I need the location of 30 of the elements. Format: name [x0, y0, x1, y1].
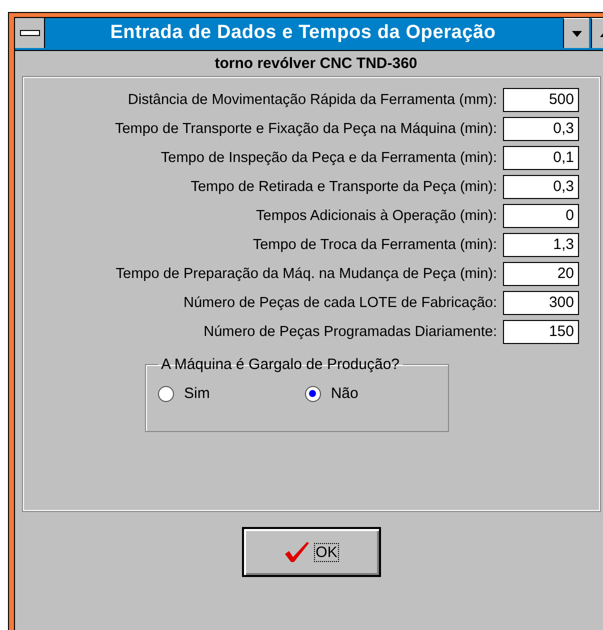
radio-option[interactable]: Não	[304, 385, 358, 402]
checkmark-icon	[284, 541, 310, 563]
radio-button[interactable]	[304, 386, 321, 402]
input-field[interactable]: 1,3	[503, 232, 579, 256]
field-label: Tempos Adicionais à Operação (min):	[256, 208, 497, 224]
field-label: Tempo de Retirada e Transporte da Peça (min):	[190, 178, 497, 194]
field-label: Tempo de Preparação da Máq. na Mudança de Peça (min):	[116, 266, 497, 282]
input-field[interactable]: 0,3	[503, 174, 579, 198]
input-field[interactable]: 20	[503, 262, 579, 286]
minimize-button[interactable]	[563, 18, 589, 48]
radio-button[interactable]	[158, 386, 174, 402]
field-label: Número de Peças de cada LOTE de Fabricação:	[183, 294, 497, 310]
field-label: Tempo de Transporte e Fixação da Peça na Máquina (min):	[114, 120, 497, 136]
group-title: A Máquina é Gargalo de Produção?	[160, 356, 400, 373]
field-label: Número de Peças Programadas Diariamente:	[204, 324, 497, 340]
field-label: Tempo de Inspeção da Peça e da Ferramenta (min):	[160, 150, 497, 166]
input-field[interactable]: 300	[503, 290, 579, 314]
input-field[interactable]: 150	[503, 320, 579, 344]
input-field[interactable]: 0	[503, 204, 579, 228]
machine-name: torno revólver CNC TND-360	[214, 54, 418, 74]
ok-button[interactable]: OK	[242, 527, 381, 577]
field-label: Distância de Movimentação Rápida da Ferramenta (mm):	[128, 92, 497, 108]
field-label: Tempo de Troca da Ferramenta (min):	[252, 236, 497, 252]
down-arrow-icon	[572, 30, 582, 36]
input-field[interactable]: 500	[503, 88, 579, 112]
system-menu-button[interactable]	[15, 18, 45, 48]
input-field[interactable]: 0,3	[503, 116, 579, 140]
radio-option[interactable]: Sim	[158, 385, 210, 402]
window-title: Entrada de Dados e Tempos da Operação	[109, 21, 497, 45]
input-field[interactable]: 0,1	[503, 146, 579, 170]
